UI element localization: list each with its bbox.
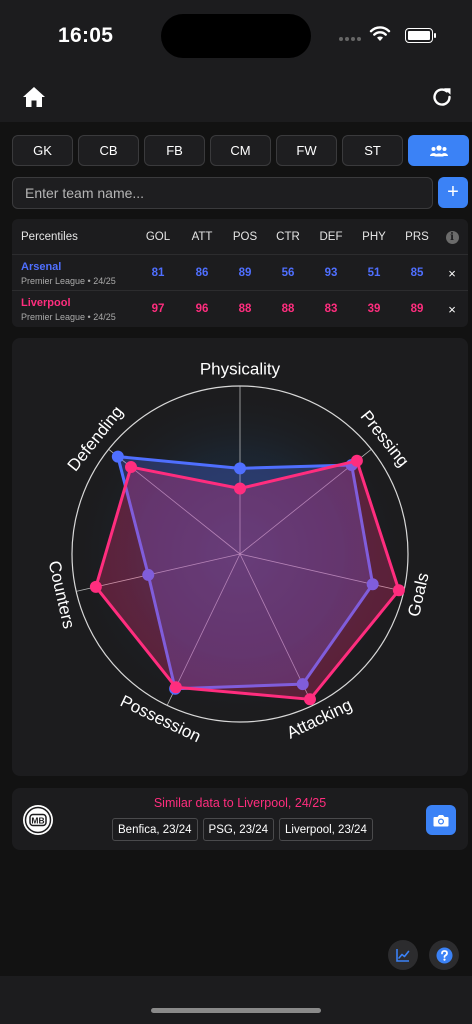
- team-name-input[interactable]: [12, 177, 433, 209]
- home-indicator[interactable]: [151, 1008, 321, 1013]
- tab-label: FW: [296, 143, 317, 158]
- top-bar: [0, 70, 472, 122]
- help-icon: [436, 947, 452, 963]
- signal-icon: [339, 37, 361, 41]
- stat-value: 85: [410, 267, 424, 279]
- column-header: GOL: [145, 231, 171, 243]
- table-title: Percentiles: [21, 231, 78, 243]
- info-icon[interactable]: i: [444, 219, 460, 255]
- stat-value: 89: [238, 267, 252, 279]
- radar-point: [303, 693, 316, 706]
- radar-point: [350, 454, 363, 467]
- column-header: CTR: [276, 231, 300, 243]
- tab-st[interactable]: ST: [342, 135, 403, 166]
- stat-value: 96: [195, 303, 209, 315]
- radar-axis-label: Goals: [404, 571, 432, 619]
- status-bar: 16:05: [0, 0, 472, 70]
- dynamic-island: [161, 14, 311, 58]
- table-header-row: Percentiles GOL ATT POS CTR DEF PHY PRS …: [12, 219, 468, 255]
- remove-team-button[interactable]: ×: [444, 255, 460, 291]
- similar-title: Similar data to Liverpool, 24/25: [153, 796, 327, 810]
- similar-chips: Benfica, 23/24 PSG, 23/24 Liverpool, 23/…: [112, 818, 373, 841]
- percentile-table: Percentiles GOL ATT POS CTR DEF PHY PRS …: [12, 219, 468, 327]
- tab-label: GK: [33, 143, 52, 158]
- home-icon[interactable]: [22, 86, 46, 108]
- stat-value: 81: [151, 267, 165, 279]
- stat-value: 86: [195, 267, 209, 279]
- column-header: POS: [232, 231, 258, 243]
- line-chart-icon: [396, 949, 410, 962]
- wifi-icon: [369, 26, 391, 41]
- radar-chart: PhysicalityPressingGoalsAttackingPossess…: [45, 359, 433, 746]
- similar-chip[interactable]: Benfica, 23/24: [112, 818, 198, 841]
- radar-point: [234, 482, 246, 495]
- team-league: Premier League • 24/25: [21, 312, 116, 322]
- radar-point: [89, 580, 102, 593]
- logo-text: MB: [31, 816, 44, 826]
- stat-value: 51: [367, 267, 381, 279]
- similar-chip[interactable]: PSG, 23/24: [202, 818, 274, 841]
- stat-value: 39: [367, 303, 381, 315]
- radar-point: [124, 461, 137, 474]
- stat-value: 89: [410, 303, 424, 315]
- column-header: PHY: [362, 231, 386, 243]
- radar-chart-card: Physicality Pressing Goals Attacking Possess…: [12, 338, 468, 776]
- add-team-button[interactable]: +: [438, 177, 468, 208]
- tab-team[interactable]: [408, 135, 469, 166]
- table-row: Arsenal Premier League • 24/25 81 86 89 …: [12, 255, 468, 291]
- tab-label: FB: [166, 143, 183, 158]
- radar-axis-label: Physicality: [200, 359, 281, 378]
- main-content: GK CB FB CM FW ST + Percentiles GOL ATT …: [0, 122, 472, 976]
- camera-button[interactable]: [426, 805, 456, 835]
- stat-value: 56: [281, 267, 295, 279]
- tab-gk[interactable]: GK: [12, 135, 73, 166]
- similar-data-card: MB Similar data to Liverpool, 24/25 Benf…: [12, 788, 468, 850]
- camera-icon: [433, 814, 449, 826]
- table-row: Liverpool Premier League • 24/25 97 96 8…: [12, 291, 468, 327]
- tab-cb[interactable]: CB: [78, 135, 139, 166]
- team-icon: [429, 144, 448, 156]
- stat-value: 83: [324, 303, 338, 315]
- tab-cm[interactable]: CM: [210, 135, 271, 166]
- radar-point: [392, 584, 405, 597]
- stat-value: 97: [151, 303, 165, 315]
- status-time: 16:05: [58, 24, 114, 47]
- tab-fw[interactable]: FW: [276, 135, 337, 166]
- remove-team-button[interactable]: ×: [444, 291, 460, 327]
- radar-point: [111, 450, 124, 463]
- column-header: DEF: [319, 231, 343, 243]
- battery-icon: [405, 28, 436, 43]
- radar-point: [169, 681, 182, 694]
- help-button[interactable]: [429, 940, 459, 970]
- bottom-bar: [0, 976, 472, 1024]
- team-league: Premier League • 24/25: [21, 276, 116, 286]
- position-tabs: GK CB FB CM FW ST: [12, 135, 469, 166]
- tab-label: CB: [99, 143, 118, 158]
- tab-label: ST: [364, 143, 381, 158]
- tab-label: CM: [230, 143, 251, 158]
- chart-button[interactable]: [388, 940, 418, 970]
- column-header: PRS: [405, 231, 429, 243]
- team-name: Arsenal: [21, 261, 62, 273]
- team-name: Liverpool: [21, 297, 71, 309]
- similar-chip[interactable]: Liverpool, 23/24: [279, 818, 373, 841]
- radar-point: [234, 462, 246, 475]
- stat-value: 93: [324, 267, 338, 279]
- refresh-icon[interactable]: [431, 86, 453, 108]
- tab-fb[interactable]: FB: [144, 135, 205, 166]
- stat-value: 88: [238, 303, 252, 315]
- stat-value: 88: [281, 303, 295, 315]
- column-header: ATT: [191, 231, 213, 243]
